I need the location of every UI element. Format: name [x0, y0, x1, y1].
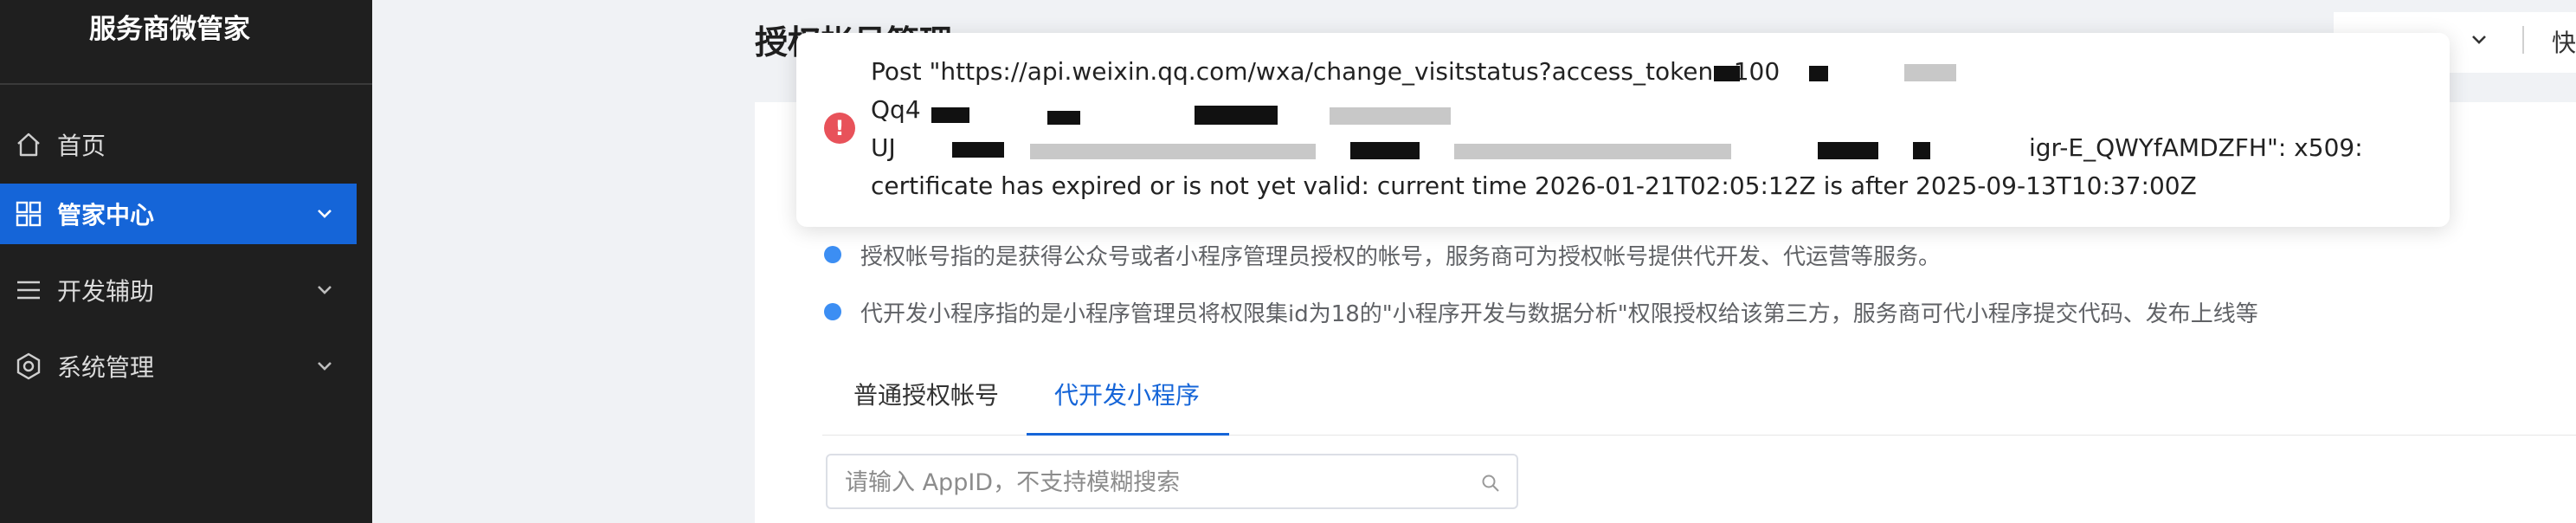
redaction-mark [1904, 64, 1956, 81]
toast-message-line: UJ [871, 133, 896, 162]
search-icon[interactable] [1480, 473, 1501, 494]
chevron-down-icon [318, 286, 332, 294]
bullet-icon [824, 303, 841, 320]
bullet-icon [824, 246, 841, 263]
tab-dev-miniprogram[interactable]: 代开发小程序 [1032, 372, 1222, 433]
tab-normal-authorized[interactable]: 普通授权帐号 [831, 372, 1021, 433]
menu-icon [14, 275, 43, 305]
redaction-mark [1454, 144, 1731, 159]
sidebar-item-label: 管家中心 [57, 201, 155, 229]
redaction-mark [1913, 142, 1930, 159]
redaction-mark [952, 142, 1004, 158]
settings-icon [14, 352, 43, 381]
home-icon [14, 130, 43, 159]
sidebar-item-label: 系统管理 [57, 353, 155, 382]
active-tab-indicator [1027, 433, 1229, 436]
sidebar-item-home[interactable]: 首页 [0, 114, 357, 175]
search-box [826, 454, 1518, 509]
topbar-divider [2522, 26, 2524, 54]
info-text: 授权帐号指的是获得公众号或者小程序管理员授权的帐号，服务商可为授权帐号提供代开发… [860, 244, 1942, 270]
redaction-mark [1350, 142, 1420, 159]
toast-message-line: igr-E_QWYfAMDZFH": x509: [2029, 133, 2363, 162]
info-text: 代开发小程序指的是小程序管理员将权限集id为18的"小程序开发与数据分析"权限授… [860, 301, 2258, 327]
toast-message-line: Post "https://api.weixin.qq.com/wxa/chan… [871, 57, 1781, 86]
toast-message-line: certificate has expired or is not yet va… [871, 171, 2197, 200]
grid-icon [14, 199, 43, 229]
search-input[interactable] [843, 455, 1452, 509]
error-icon: ! [824, 113, 855, 144]
chevron-down-icon[interactable] [2469, 29, 2489, 50]
sidebar-item-system[interactable]: 系统管理 [0, 336, 357, 397]
redaction-mark [1809, 66, 1828, 81]
redaction-mark [1330, 107, 1451, 125]
redaction-mark [1030, 144, 1316, 159]
sidebar-item-manager-center[interactable]: 管家中心 [0, 184, 357, 244]
redaction-mark [1047, 111, 1080, 125]
toast-message-line: Qq4 [871, 95, 921, 124]
sidebar-item-label: 首页 [57, 132, 106, 160]
topbar-link[interactable]: 快 [2552, 24, 2576, 59]
redaction-mark [1195, 106, 1278, 125]
redaction-mark [1714, 66, 1740, 81]
redaction-mark [931, 107, 969, 123]
chevron-down-icon [318, 210, 332, 218]
sidebar-item-label: 开发辅助 [57, 277, 155, 306]
redaction-mark [1818, 142, 1878, 159]
brand-divider [0, 83, 372, 85]
brand-title: 服务商微管家 [89, 14, 250, 45]
chevron-down-icon [318, 362, 332, 371]
sidebar-item-dev-assist[interactable]: 开发辅助 [0, 260, 357, 320]
sidebar: 服务商微管家 首页 管家中心 开发辅助 系统管理 [0, 0, 372, 523]
